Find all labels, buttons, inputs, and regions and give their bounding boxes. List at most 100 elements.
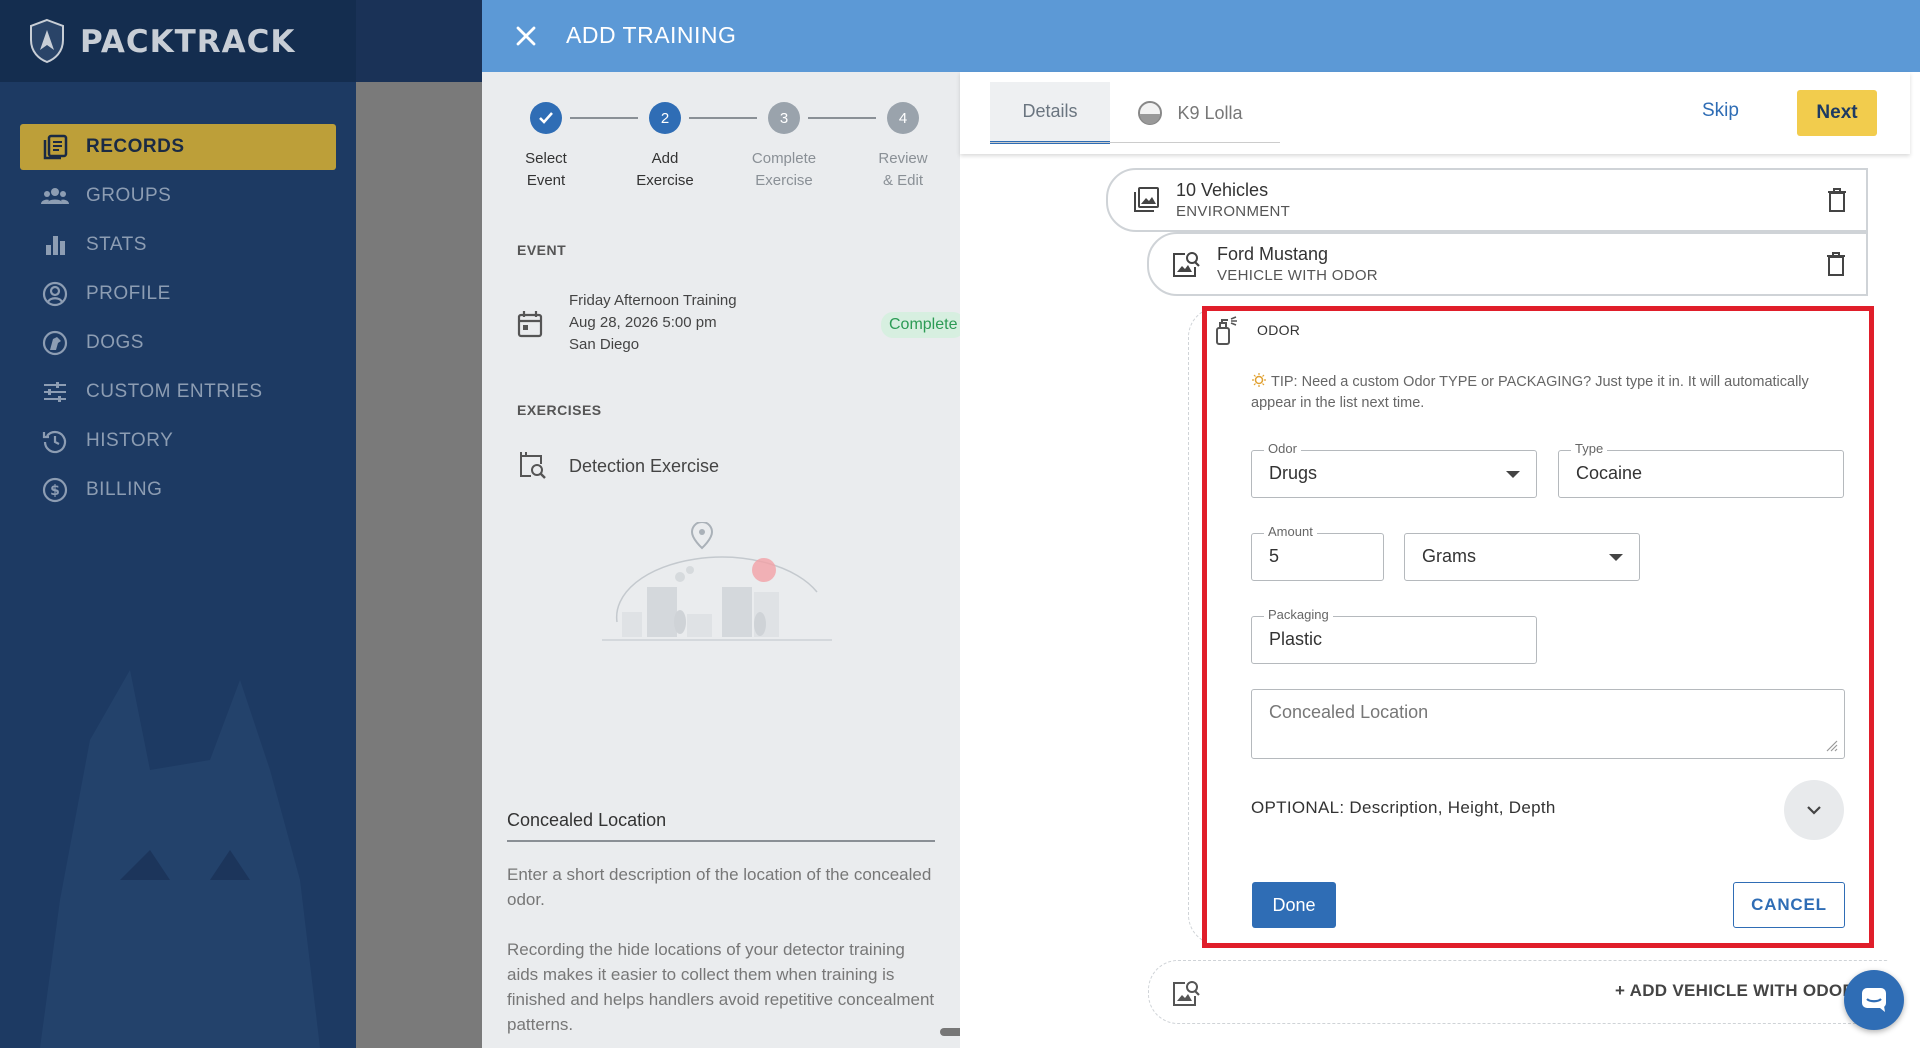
step-label: Add Exercise	[636, 150, 694, 189]
modal-backdrop	[356, 82, 482, 1048]
sidebar-item-stats[interactable]: STATS	[20, 222, 336, 268]
sidebar-item-dogs[interactable]: DOGS	[20, 320, 336, 366]
step-label: Complete Exercise	[751, 150, 817, 189]
lightbulb-icon	[1252, 373, 1266, 387]
field-value: Plastic	[1269, 629, 1323, 649]
sidebar-item-billing[interactable]: $ BILLING	[20, 467, 336, 513]
unit-select[interactable]: Grams	[1404, 533, 1640, 581]
trash-icon[interactable]	[1825, 251, 1847, 277]
tip-text: TIP: Need a custom Odor TYPE or PACKAGIN…	[1251, 372, 1851, 414]
divider	[990, 142, 1280, 143]
history-icon	[40, 426, 70, 456]
chevron-down-icon	[1807, 806, 1821, 815]
step-add-exercise[interactable]: 2 Add Exercise	[605, 102, 725, 192]
packtrack-logo-icon	[30, 18, 64, 64]
chat-button[interactable]	[1844, 970, 1904, 1030]
dog-silhouette-background	[40, 670, 320, 1048]
sidebar-item-custom-entries[interactable]: CUSTOM ENTRIES	[20, 369, 336, 415]
sidebar-item-records[interactable]: RECORDS	[20, 124, 336, 170]
sidebar-item-label: HISTORY	[86, 430, 174, 451]
field-label: Packaging	[1264, 607, 1333, 622]
stats-icon	[40, 230, 70, 260]
vehicle-card[interactable]: Ford Mustang VEHICLE WITH ODOR	[1147, 232, 1868, 296]
status-badge: Complete	[881, 312, 966, 338]
city-illustration	[602, 522, 832, 641]
help-text: Enter a short description of the locatio…	[507, 865, 932, 909]
records-icon	[40, 132, 70, 162]
tip-message: TIP: Need a custom Odor TYPE or PACKAGIN…	[1251, 374, 1809, 411]
field-label: Type	[1571, 441, 1608, 456]
sidebar-item-label: STATS	[86, 234, 147, 255]
help-text: Recording the hide locations of your det…	[507, 940, 935, 1034]
field-value: Drugs	[1269, 463, 1318, 483]
dog-name: K9 Lolla	[1177, 102, 1243, 123]
sidebar-item-groups[interactable]: GROUPS	[20, 173, 336, 219]
sidebar-item-profile[interactable]: PROFILE	[20, 271, 336, 317]
vehicle-name: Ford Mustang	[1217, 244, 1329, 264]
type-input[interactable]: Type Cocaine	[1558, 441, 1844, 498]
sidebar-item-label: PROFILE	[86, 283, 171, 304]
trash-icon[interactable]	[1826, 187, 1848, 213]
groups-icon	[40, 181, 70, 211]
step-number: 3	[768, 102, 800, 134]
sidebar-item-label: CUSTOM ENTRIES	[86, 381, 263, 402]
detection-exercise-icon	[520, 452, 546, 479]
calendar-icon	[517, 311, 543, 338]
step-complete-exercise[interactable]: 3 Complete Exercise	[724, 102, 844, 192]
divider	[507, 840, 935, 842]
field-label: Amount	[1264, 524, 1317, 539]
help-title: Concealed Location	[507, 810, 667, 830]
next-button[interactable]: Next	[1797, 90, 1877, 136]
odor-section-title: ODOR	[1257, 322, 1301, 338]
environment-name: 10 Vehicles	[1176, 180, 1269, 200]
step-review-edit[interactable]: 4 Review & Edit	[843, 102, 963, 192]
concealed-location-textarea[interactable]: Concealed Location	[1251, 689, 1845, 759]
check-icon	[530, 102, 562, 134]
environment-card[interactable]: 10 Vehicles ENVIRONMENT	[1106, 168, 1868, 232]
dropdown-caret-icon	[1609, 554, 1623, 561]
app-logo-text: PACKTRACK	[80, 24, 296, 60]
chat-icon	[1862, 988, 1886, 1012]
image-search-icon	[1173, 981, 1200, 1006]
expand-optional-button[interactable]	[1784, 780, 1844, 840]
sidebar: PACKTRACK RECORDS GROUPS STATS PROFILE D…	[0, 0, 356, 1048]
sidebar-item-label: DOGS	[86, 332, 144, 353]
sidebar-item-history[interactable]: HISTORY	[20, 418, 336, 464]
exercise-list-item[interactable]: Detection Exercise	[517, 450, 719, 485]
add-vehicle-with-odor-button[interactable]: + ADD VEHICLE WITH ODOR	[1615, 981, 1855, 1001]
exercise-name: Detection Exercise	[569, 456, 720, 476]
odor-select[interactable]: Odor Drugs	[1251, 441, 1537, 498]
optional-section-label: OPTIONAL: Description, Height, Depth	[1251, 798, 1556, 817]
environment-type: ENVIRONMENT	[1176, 203, 1291, 220]
image-search-icon	[1173, 252, 1200, 277]
event-section-label: EVENT	[517, 242, 567, 258]
step-label: Review & Edit	[878, 150, 928, 189]
step-number: 4	[887, 102, 919, 134]
field-label: Odor	[1264, 441, 1301, 456]
spray-bottle-icon	[1216, 316, 1237, 345]
tab-details[interactable]: Details	[990, 82, 1110, 144]
cancel-button[interactable]: CANCEL	[1733, 882, 1845, 928]
profile-icon	[40, 279, 70, 309]
resize-handle-icon[interactable]	[1824, 738, 1838, 752]
skip-button[interactable]: Skip	[1702, 100, 1739, 122]
field-value: Grams	[1422, 546, 1476, 566]
tab-dog[interactable]: K9 Lolla	[1130, 82, 1250, 144]
event-name: Friday Afternoon Training	[569, 292, 737, 309]
exercises-section-label: EXERCISES	[517, 402, 602, 418]
billing-icon: $	[40, 475, 70, 505]
image-stack-icon	[1134, 187, 1159, 212]
dropdown-caret-icon	[1506, 471, 1520, 478]
step-select-event[interactable]: Select Event	[486, 102, 606, 192]
close-icon[interactable]	[510, 20, 542, 52]
page-title: ADD TRAINING	[566, 22, 737, 48]
info-panel: Select Event 2 Add Exercise 3 Complete Exer…	[482, 72, 966, 1048]
step-number: 2	[649, 102, 681, 134]
vehicle-type: VEHICLE WITH ODOR	[1217, 267, 1378, 284]
amount-input[interactable]: Amount 5	[1251, 524, 1384, 581]
svg-text:$: $	[50, 483, 60, 499]
event-details: Friday Afternoon Training Aug 28, 2026 5…	[569, 290, 737, 356]
tab-bar: Details K9 Lolla Skip Next	[960, 72, 1910, 154]
done-button[interactable]: Done	[1252, 882, 1336, 928]
packaging-input[interactable]: Packaging Plastic	[1251, 607, 1537, 664]
